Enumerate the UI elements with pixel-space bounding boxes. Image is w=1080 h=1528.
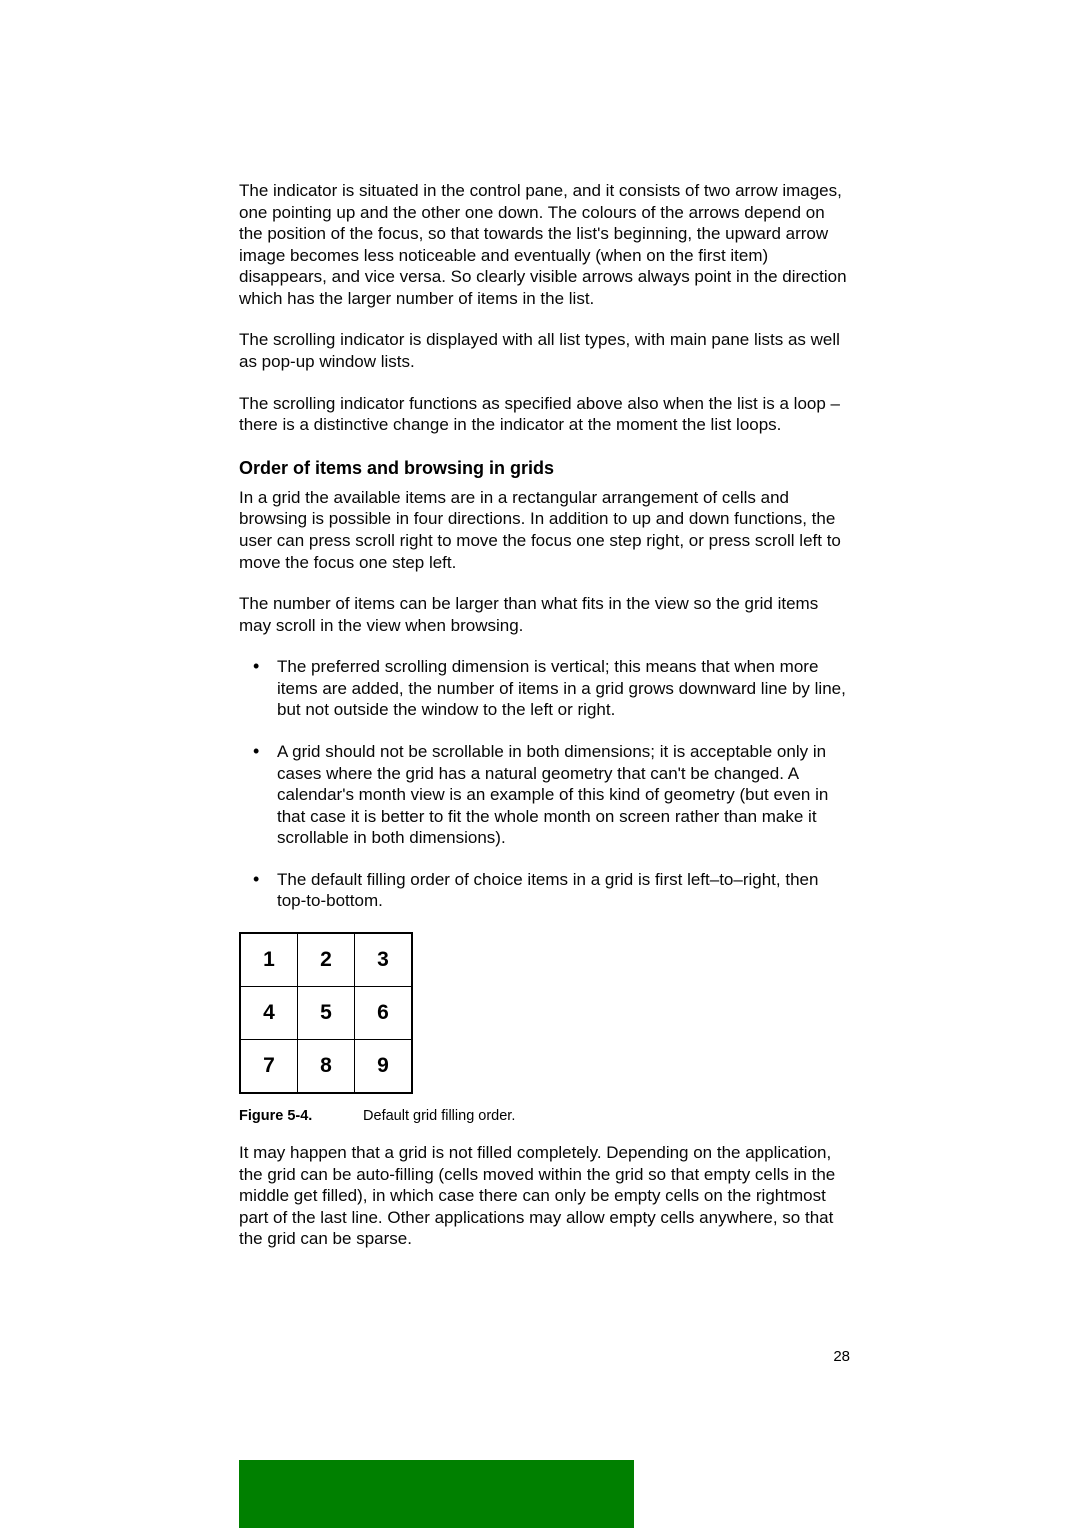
bullet-list: The preferred scrolling dimension is ver… — [239, 656, 850, 912]
grid-cell: 4 — [240, 987, 298, 1040]
page-number: 28 — [833, 1348, 850, 1365]
grid-cell: 5 — [298, 987, 355, 1040]
grid-cell: 2 — [298, 933, 355, 987]
grid-cell: 3 — [355, 933, 413, 987]
figure-caption-text: Default grid filling order. — [363, 1108, 515, 1124]
paragraph-loop-behaviour: The scrolling indicator functions as spe… — [239, 393, 850, 436]
bullet-item: The default filling order of choice item… — [239, 869, 850, 912]
table-row: 7 8 9 — [240, 1040, 412, 1094]
figure-grid-table: 1 2 3 4 5 6 7 8 9 — [239, 932, 413, 1094]
page-content: The indicator is situated in the control… — [239, 180, 850, 1270]
paragraph-indicator-description: The indicator is situated in the control… — [239, 180, 850, 309]
paragraph-scrolling-indicator-display: The scrolling indicator is displayed wit… — [239, 329, 850, 372]
grid-cell: 7 — [240, 1040, 298, 1094]
figure-label: Figure 5-4. — [239, 1108, 359, 1124]
footer-green-bar — [239, 1460, 634, 1528]
grid-cell: 8 — [298, 1040, 355, 1094]
table-row: 1 2 3 — [240, 933, 412, 987]
paragraph-grid-browsing: In a grid the available items are in a r… — [239, 487, 850, 573]
grid-cell: 1 — [240, 933, 298, 987]
bullet-item: The preferred scrolling dimension is ver… — [239, 656, 850, 721]
figure-grid-wrapper: 1 2 3 4 5 6 7 8 9 — [239, 932, 850, 1094]
grid-cell: 6 — [355, 987, 413, 1040]
table-row: 4 5 6 — [240, 987, 412, 1040]
section-heading-order-of-items: Order of items and browsing in grids — [239, 458, 850, 479]
bullet-item: A grid should not be scrollable in both … — [239, 741, 850, 849]
paragraph-scroll-overflow: The number of items can be larger than w… — [239, 593, 850, 636]
grid-cell: 9 — [355, 1040, 413, 1094]
paragraph-grid-incomplete: It may happen that a grid is not filled … — [239, 1142, 850, 1250]
figure-caption: Figure 5-4. Default grid filling order. — [239, 1108, 850, 1124]
